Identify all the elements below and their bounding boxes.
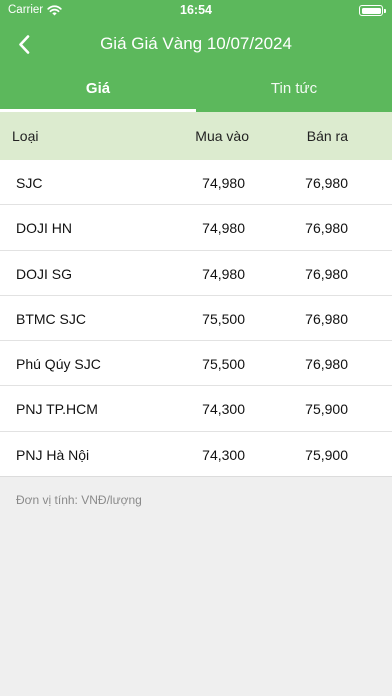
unit-note: Đơn vị tính: VNĐ/lượng (16, 493, 142, 507)
gold-type: PNJ Hà Nội (16, 446, 90, 463)
gold-type: Phú Qúy SJC (16, 356, 101, 373)
table-row[interactable]: BTMC SJC 75,500 76,980 (0, 296, 392, 342)
sell-price: 76,980 (305, 265, 348, 282)
buy-price: 75,500 (202, 310, 245, 327)
column-header-buy: Mua vào (195, 128, 249, 144)
column-header-sell: Bán ra (306, 128, 348, 144)
gold-type: DOJI SG (16, 265, 73, 282)
table-row[interactable]: Phú Qúy SJC 75,500 76,980 (0, 341, 392, 387)
tab-tin-tuc[interactable]: Tin tức (196, 66, 392, 112)
table-row[interactable]: DOJI SG 74,980 76,980 (0, 251, 392, 296)
sell-price: 76,980 (305, 356, 348, 373)
buy-price: 74,300 (202, 446, 245, 463)
tab-gia[interactable]: Giá (0, 66, 196, 112)
buy-price: 74,980 (202, 175, 245, 191)
sell-price: 76,980 (305, 310, 348, 327)
buy-price: 74,980 (202, 220, 245, 237)
chevron-left-icon (19, 35, 30, 54)
app-header: Carrier 16:54 Giá Giá Vàng 10/07/2024 Gi… (0, 0, 392, 112)
battery-icon (359, 5, 386, 16)
gold-type: BTMC SJC (16, 310, 86, 327)
nav-bar: Giá Giá Vàng 10/07/2024 (0, 22, 392, 66)
buy-price: 74,300 (202, 401, 245, 418)
tab-bar: Giá Tin tức (0, 66, 392, 112)
page-title: Giá Giá Vàng 10/07/2024 (100, 34, 292, 53)
gold-type: PNJ TP.HCM (16, 401, 98, 418)
status-bar: Carrier 16:54 (0, 0, 392, 22)
sell-price: 75,900 (305, 446, 348, 463)
sell-price: 75,900 (305, 401, 348, 418)
table-row[interactable]: PNJ TP.HCM 74,300 75,900 (0, 386, 392, 432)
table-header: Loại Mua vào Bán ra (0, 112, 392, 160)
sell-price: 76,980 (305, 175, 348, 191)
gold-type: SJC (16, 175, 43, 191)
sell-price: 76,980 (305, 220, 348, 237)
buy-price: 74,980 (202, 265, 245, 282)
column-header-type: Loại (12, 128, 39, 144)
table-row[interactable]: DOJI HN 74,980 76,980 (0, 205, 392, 251)
price-table: SJC 74,980 76,980 DOJI HN 74,980 76,980 … (0, 160, 392, 478)
status-time: 16:54 (180, 3, 212, 17)
table-row[interactable]: PNJ Hà Nội 74,300 75,900 (0, 432, 392, 478)
table-row[interactable]: SJC 74,980 76,980 (0, 160, 392, 206)
buy-price: 75,500 (202, 356, 245, 373)
gold-type: DOJI HN (16, 220, 72, 237)
